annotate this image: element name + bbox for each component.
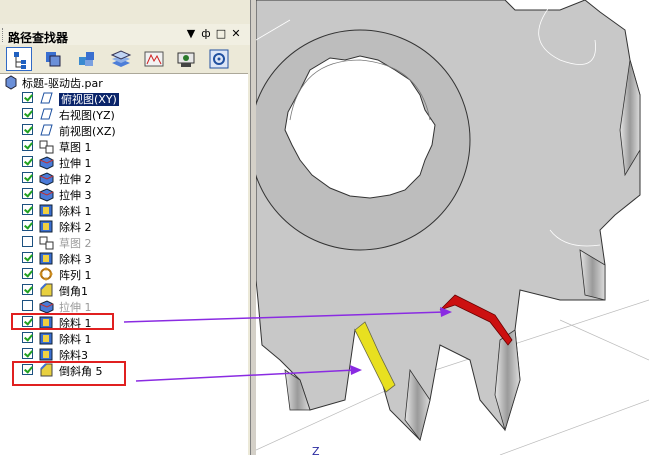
plane-icon <box>38 106 55 122</box>
tree-item-label: 拉伸 3 <box>59 189 92 202</box>
tree-item[interactable]: 除料 3 <box>0 250 248 266</box>
visibility-checkbox[interactable] <box>22 348 33 359</box>
tree-item-label: 倒角1 <box>59 285 88 298</box>
highlight-box-chamfer <box>12 361 126 386</box>
cutout-icon <box>38 346 55 362</box>
tree-item[interactable]: 除料 2 <box>0 218 248 234</box>
settings-icon[interactable] <box>206 47 232 71</box>
visibility-checkbox[interactable] <box>22 156 33 167</box>
root-label: 标题-驱动齿.par <box>22 77 103 90</box>
pattern-icon <box>38 266 55 282</box>
visibility-checkbox[interactable] <box>22 140 33 151</box>
extrude-icon <box>38 170 55 186</box>
tree-item[interactable]: 拉伸 2 <box>0 170 248 186</box>
tree-item[interactable]: 拉伸 1 <box>0 154 248 170</box>
tree-item[interactable]: 草图 2 <box>0 234 248 250</box>
variables-icon[interactable] <box>141 47 167 71</box>
simulation-icon[interactable] <box>173 47 199 71</box>
tree-item[interactable]: 除料3 <box>0 346 248 362</box>
tree-item[interactable]: 右视图(YZ) <box>0 106 248 122</box>
drag-grip[interactable] <box>2 28 6 42</box>
axis-label: Z <box>312 445 320 455</box>
tree-item-label: 除料 1 <box>59 333 92 346</box>
cutout-icon <box>38 330 55 346</box>
close-icon[interactable]: ✕ <box>230 27 242 41</box>
visibility-checkbox[interactable] <box>22 220 33 231</box>
tree-item-label: 草图 2 <box>59 237 92 250</box>
selected-label: 俯视图(XY) <box>59 93 119 106</box>
tree-item-label: 拉伸 1 <box>59 157 92 170</box>
tree-item-label: 俯视图(XY) <box>59 91 119 107</box>
pin-icon[interactable]: ф <box>200 27 212 41</box>
visibility-checkbox[interactable] <box>22 236 33 247</box>
tree-item-label: 前视图(XZ) <box>59 125 116 138</box>
stack-icon[interactable] <box>108 47 134 71</box>
visibility-checkbox[interactable] <box>22 92 33 103</box>
tree-item[interactable]: 除料 1 <box>0 330 248 346</box>
extrude-icon <box>38 154 55 170</box>
tree-item-label: 除料 2 <box>59 221 92 234</box>
tree-item-label: 除料 3 <box>59 253 92 266</box>
tree-item[interactable]: 阵列 1 <box>0 266 248 282</box>
part-icon <box>4 74 18 90</box>
feature-tree-icon[interactable] <box>6 47 32 71</box>
tree-item-label: 右视图(YZ) <box>59 109 115 122</box>
tree-item-label: 阵列 1 <box>59 269 92 282</box>
tree-item[interactable]: 拉伸 3 <box>0 186 248 202</box>
visibility-checkbox[interactable] <box>22 188 33 199</box>
visibility-checkbox[interactable] <box>22 284 33 295</box>
extrude-icon <box>38 298 55 314</box>
plane-icon <box>38 122 55 138</box>
sketch-icon <box>38 138 55 154</box>
cutout-icon <box>38 218 55 234</box>
tree-item-label: 拉伸 2 <box>59 173 92 186</box>
tree-item[interactable]: 除料 1 <box>0 202 248 218</box>
visibility-checkbox[interactable] <box>22 108 33 119</box>
highlight-box-cutout <box>11 313 114 330</box>
3d-viewport[interactable]: Z <box>256 0 649 455</box>
tree-item[interactable]: 俯视图(XY) <box>0 90 248 106</box>
tree-root[interactable]: 标题-驱动齿.par <box>0 74 248 90</box>
visibility-checkbox[interactable] <box>22 300 33 311</box>
layers-icon[interactable] <box>40 47 66 71</box>
visibility-checkbox[interactable] <box>22 204 33 215</box>
plane-icon <box>38 90 55 106</box>
tree-item[interactable]: 前视图(XZ) <box>0 122 248 138</box>
gear-model: Z <box>256 0 649 455</box>
tree-item-label: 除料 1 <box>59 205 92 218</box>
chamfer-icon <box>38 282 55 298</box>
maximize-icon[interactable]: □ <box>215 27 227 41</box>
panel-title: 路径查找器 <box>8 31 69 45</box>
visibility-checkbox[interactable] <box>22 124 33 135</box>
sketch-icon <box>38 234 55 250</box>
tree-item-label: 草图 1 <box>59 141 92 154</box>
visibility-checkbox[interactable] <box>22 172 33 183</box>
tree-item[interactable]: 拉伸 1 <box>0 298 248 314</box>
visibility-checkbox[interactable] <box>22 268 33 279</box>
tree-item[interactable]: 倒角1 <box>0 282 248 298</box>
assembly-icon[interactable] <box>74 47 100 71</box>
visibility-checkbox[interactable] <box>22 252 33 263</box>
cutout-icon <box>38 250 55 266</box>
extrude-icon <box>38 186 55 202</box>
dropdown-icon[interactable]: ▼ <box>185 27 197 41</box>
tree-item[interactable]: 草图 1 <box>0 138 248 154</box>
visibility-checkbox[interactable] <box>22 332 33 343</box>
feature-tree: 标题-驱动齿.par 俯视图(XY) 右视图(YZ) 前视图(XZ) 草图 1 拉伸 1… <box>0 73 248 456</box>
pathfinder-panel: 路径查找器 ▼ ф □ ✕ 标题-驱动齿.par 俯视图(XY) 右视图(YZ) 前… <box>0 0 250 456</box>
cutout-icon <box>38 202 55 218</box>
